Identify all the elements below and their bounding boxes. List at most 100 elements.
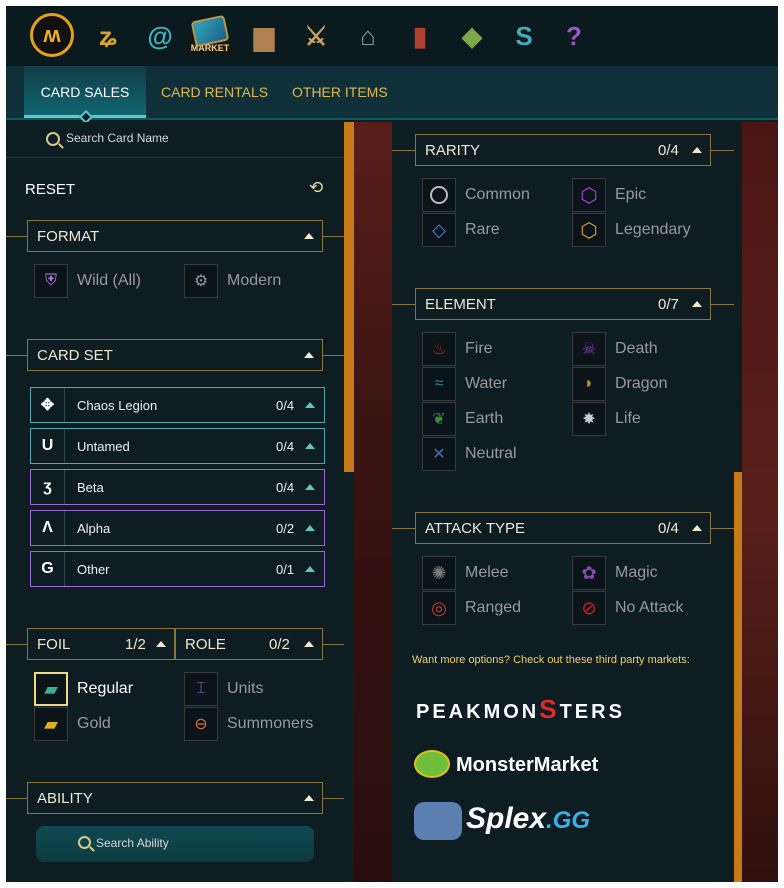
attack-type-header[interactable]: ATTACK TYPE 0/4 [415,512,711,544]
reset-icon[interactable]: ⟲ [309,178,323,198]
legendary-octagon-icon: ⬡ [572,213,606,247]
sword-icon[interactable]: ⚔ [296,14,336,58]
caret-up-icon [692,147,702,153]
scroll-icon[interactable]: ▆ [244,14,284,58]
role-option-summoners[interactable]: ⊖ Summoners [184,707,334,741]
death-skull-icon: ☠ [572,332,606,366]
splex-logo-link[interactable]: Splex.GG [466,802,590,836]
element-option-dragon[interactable]: ◗ Dragon [572,367,722,401]
attack-option-label: No Attack [615,599,684,616]
rarity-option-label: Legendary [615,221,691,238]
card-set-item[interactable]: ʒ Beta 0/4 [30,469,325,505]
element-option-label: Water [465,375,508,392]
rarity-option-label: Rare [465,221,500,238]
no-attack-icon: ⊘ [572,591,606,625]
land-icon[interactable]: ◆ [452,14,492,58]
element-header[interactable]: ELEMENT 0/7 [415,288,711,320]
caret-up-icon [304,233,314,239]
regular-card-icon: ▰ [34,672,68,706]
ability-search-input[interactable]: Search Ability [36,826,314,862]
card-set-header[interactable]: CARD SET [27,339,323,371]
attack-option-ranged[interactable]: ◎ Ranged [422,591,572,625]
foil-header[interactable]: FOIL 1/2 [27,628,175,660]
attack-option-magic[interactable]: ✿ Magic [572,556,722,590]
rarity-count: 0/4 [658,142,679,159]
caret-up-icon [692,525,702,531]
element-option-label: Fire [465,340,493,357]
splex-logo-icon[interactable] [414,802,462,840]
help-icon[interactable]: ? [554,14,594,58]
fire-icon: ♨ [422,332,456,366]
ranged-target-icon: ◎ [422,591,456,625]
element-option-water[interactable]: ≈ Water [422,367,572,401]
attack-type-title: ATTACK TYPE [425,520,526,537]
role-option-label: Summoners [227,715,314,732]
foil-option-label: Gold [77,715,111,732]
monster-home-icon[interactable]: ʍ [30,13,74,57]
role-option-units[interactable]: ⌶ Units [184,672,334,706]
zigzag-icon[interactable]: ʑ [88,14,128,58]
card-set-count: 0/4 [276,398,295,413]
swirl-icon[interactable]: @ [140,14,180,58]
caret-up-icon [692,301,702,307]
gold-card-icon: ▰ [34,707,68,741]
rarity-option-legendary[interactable]: ⬡ Legendary [572,213,722,247]
rarity-option-rare[interactable]: ◇ Rare [422,213,572,247]
element-option-life[interactable]: ✸ Life [572,402,722,436]
background-art [354,122,392,882]
role-header[interactable]: ROLE 0/2 [175,628,323,660]
foil-count: 1/2 [125,636,146,653]
format-option-modern[interactable]: ⚙ Modern [184,264,334,298]
tab-card-rentals[interactable]: CARD RENTALS [161,66,268,118]
rarity-option-common[interactable]: Common [422,178,572,212]
monstermarket-logo-link[interactable]: MonsterMarket [456,754,598,777]
rarity-option-epic[interactable]: ⬡ Epic [572,178,722,212]
element-option-fire[interactable]: ♨ Fire [422,332,572,366]
format-title: FORMAT [37,228,100,245]
format-header[interactable]: FORMAT [27,220,323,252]
splinter-icon[interactable]: S [504,14,544,58]
caret-up-icon [304,795,314,801]
ability-header[interactable]: ABILITY [27,782,323,814]
attack-option-no-attack[interactable]: ⊘ No Attack [572,591,722,625]
element-option-label: Death [615,340,658,357]
third-party-title: Want more options? Check out these third… [412,654,690,666]
attack-option-melee[interactable]: ✺ Melee [422,556,572,590]
element-option-label: Dragon [615,375,668,392]
element-option-earth[interactable]: ❦ Earth [422,402,572,436]
tab-other-items[interactable]: OTHER ITEMS [292,66,388,118]
search-icon [46,132,60,146]
rarity-header[interactable]: RARITY 0/4 [415,134,711,166]
sidebar-scrollbar[interactable] [344,122,354,472]
attack-option-label: Melee [465,564,509,581]
card-set-item[interactable]: Λ Alpha 0/2 [30,510,325,546]
ability-title: ABILITY [37,790,93,807]
peakmonsters-logo-link[interactable]: PEAKMONSTERS [416,694,625,725]
market-icon[interactable]: MARKET [186,14,234,58]
role-title: ROLE [185,636,226,653]
earth-leaf-icon: ❦ [422,402,456,436]
banner-icon[interactable]: ▮ [400,14,440,58]
attack-option-label: Ranged [465,599,522,616]
card-set-name: Untamed [77,439,130,454]
card-set-count: 0/4 [276,439,295,454]
card-search-input[interactable]: Search Card Name [6,122,344,158]
card-set-item[interactable]: U Untamed 0/4 [30,428,325,464]
peakmonsters-dragon-s: S [539,694,560,724]
element-option-death[interactable]: ☠ Death [572,332,722,366]
reset-button[interactable]: RESET [25,181,75,198]
market-frame: ʍ ʑ @ MARKET ▆ ⚔ ⌂ ▮ ◆ S ? CARD SALES CA… [6,6,778,882]
foil-option-gold[interactable]: ▰ Gold [34,707,174,741]
panel-scrollbar[interactable] [734,472,742,882]
element-option-neutral[interactable]: ✕ Neutral [422,437,572,471]
caret-up-icon [305,484,315,490]
caret-up-icon [304,641,314,647]
rare-diamond-icon: ◇ [422,213,456,247]
card-set-item[interactable]: ✥ Chaos Legion 0/4 [30,387,325,423]
card-set-item[interactable]: G Other 0/1 [30,551,325,587]
foil-option-regular[interactable]: ▰ Regular [34,672,174,706]
alpha-icon: Λ [31,511,65,545]
format-option-wild[interactable]: ⛨ Wild (All) [34,264,184,298]
guild-hall-icon[interactable]: ⌂ [348,14,388,58]
monstermarket-logo-icon[interactable] [414,750,450,778]
